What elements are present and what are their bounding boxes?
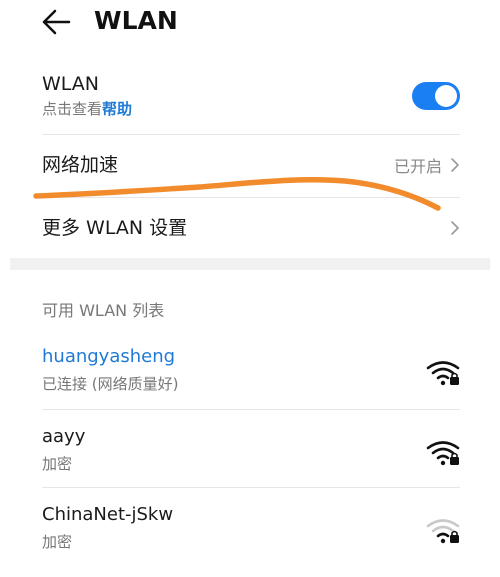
wlan-toggle[interactable] <box>412 82 460 110</box>
chevron-right-icon <box>451 158 459 172</box>
chevron-right-icon <box>451 221 459 235</box>
available-wlan-title: 可用 WLAN 列表 <box>42 301 165 320</box>
page-title: WLAN <box>94 6 178 35</box>
more-wlan-settings-label: 更多 WLAN 设置 <box>42 217 188 239</box>
help-link[interactable]: 帮助 <box>102 100 132 118</box>
network-acceleration-value: 已开启 <box>393 157 442 176</box>
network-acceleration-row[interactable]: 网络加速 已开启 <box>42 138 460 192</box>
divider <box>42 134 460 135</box>
more-wlan-settings-row[interactable]: 更多 WLAN 设置 <box>42 201 460 255</box>
network-name: huangyasheng <box>42 346 176 367</box>
wlan-label: WLAN <box>42 73 100 95</box>
wifi-lock-weak-icon <box>426 519 460 544</box>
divider <box>42 197 460 198</box>
network-name: aayy <box>42 426 86 447</box>
wlan-network-item[interactable]: huangyasheng 已连接 (网络质量好) <box>42 345 460 407</box>
divider <box>42 487 460 488</box>
wlan-network-item[interactable]: ChinaNet-jSkw 加密 <box>42 503 460 565</box>
back-button[interactable] <box>36 4 76 40</box>
app-header: WLAN <box>0 0 500 50</box>
wlan-network-item[interactable]: aayy 加密 <box>42 425 460 487</box>
network-name: ChinaNet-jSkw <box>42 504 174 525</box>
section-separator <box>10 258 490 270</box>
back-arrow-icon[interactable] <box>41 9 71 35</box>
wlan-toggle-row: WLAN 点击查看帮助 <box>42 72 460 130</box>
network-acceleration-label: 网络加速 <box>42 154 119 176</box>
wifi-lock-strong-icon <box>426 441 460 466</box>
wifi-lock-strong-icon <box>426 361 460 386</box>
network-status: 加密 <box>42 455 73 473</box>
divider <box>42 409 460 410</box>
toggle-knob <box>435 85 457 107</box>
wlan-subtitle-text: 点击查看 <box>42 100 103 118</box>
network-status: 已连接 (网络质量好) <box>42 375 179 393</box>
wlan-subtitle: 点击查看帮助 <box>42 98 460 120</box>
network-status: 加密 <box>42 533 73 551</box>
